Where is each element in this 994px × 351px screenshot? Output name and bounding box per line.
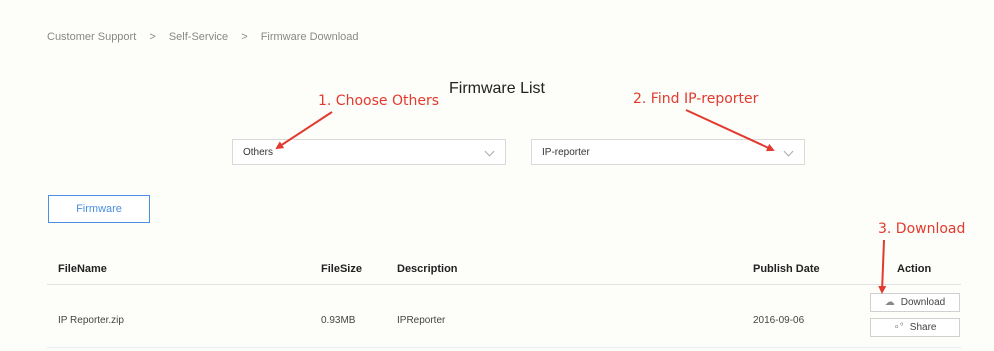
annotation-step2: 2. Find IP-reporter: [633, 91, 759, 107]
table-row-divider: [47, 347, 961, 348]
chevron-down-icon: [484, 146, 495, 157]
chevron-down-icon: [783, 146, 794, 157]
share-button[interactable]: ∘° Share: [870, 318, 960, 337]
breadcrumb-firmware-download: Firmware Download: [260, 31, 359, 43]
breadcrumb-customer-support[interactable]: Customer Support: [47, 31, 136, 43]
cell-filename: IP Reporter.zip: [58, 315, 124, 326]
breadcrumb-self-service[interactable]: Self-Service: [169, 31, 228, 43]
product-select-value: IP-reporter: [542, 147, 590, 158]
download-button-label: Download: [900, 297, 946, 308]
breadcrumb: Customer Support > Self-Service > Firmwa…: [47, 31, 369, 43]
download-button[interactable]: ☁ Download: [870, 293, 960, 312]
column-header-filesize: FileSize: [321, 263, 362, 275]
category-select-value: Others: [243, 147, 274, 158]
tab-firmware[interactable]: Firmware: [48, 195, 150, 223]
product-select[interactable]: IP-reporter: [531, 139, 805, 165]
share-icon: ∘°: [893, 322, 904, 333]
page-title: Firmware List: [448, 80, 545, 97]
annotation-step3: 3. Download: [878, 221, 966, 237]
share-button-label: Share: [909, 322, 937, 333]
cell-description: IPReporter: [397, 315, 446, 326]
column-header-description: Description: [397, 263, 458, 275]
column-header-publish-date: Publish Date: [753, 263, 820, 275]
breadcrumb-separator: >: [241, 31, 248, 43]
cell-publish-date: 2016-09-06: [753, 315, 805, 326]
column-header-action: Action: [897, 263, 932, 275]
cell-filesize: 0.93MB: [321, 315, 356, 326]
annotation-arrows: [275, 109, 887, 294]
table-header-divider: [47, 284, 961, 285]
cloud-download-icon: ☁: [884, 297, 895, 308]
annotation-step1: 1. Choose Others: [318, 93, 439, 109]
column-header-filename: FileName: [58, 263, 107, 275]
category-select[interactable]: Others: [232, 139, 506, 165]
breadcrumb-separator: >: [149, 31, 156, 43]
